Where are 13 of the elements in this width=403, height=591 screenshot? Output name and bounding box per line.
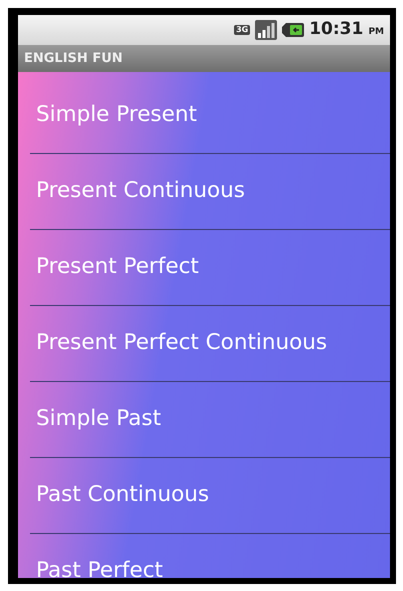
list-item[interactable]: Past Perfect xyxy=(30,555,163,578)
battery-icon xyxy=(282,22,304,38)
list-item[interactable]: Present Continuous xyxy=(30,175,245,208)
app-title: ENGLISH FUN xyxy=(24,50,123,68)
clock-period: PM xyxy=(368,27,384,38)
list-item[interactable]: Simple Present xyxy=(30,99,197,132)
signal-icon xyxy=(255,20,278,40)
list-item[interactable]: Simple Past xyxy=(30,403,162,436)
network-indicator: 3G xyxy=(234,24,250,36)
list-item[interactable]: Present Perfect Continuous xyxy=(30,327,328,360)
clock-time: 10:31 xyxy=(309,19,364,40)
list-item[interactable]: Present Perfect xyxy=(30,251,199,284)
list-item[interactable]: Past Continuous xyxy=(30,479,210,512)
